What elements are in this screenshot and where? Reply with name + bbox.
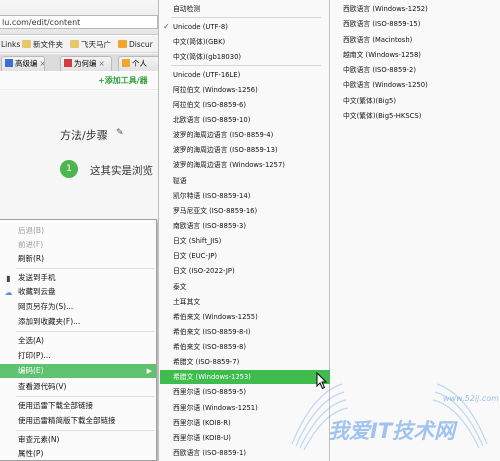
chevron-right-icon: ▶	[146, 367, 152, 375]
encoding-option[interactable]: 阿拉伯文 (ISO-8859-6)	[160, 98, 330, 112]
encoding-option[interactable]: 波罗的海周边语言 (ISO-8859-13)	[160, 143, 330, 157]
encoding-option[interactable]: 中欧语言 (Windows-1250)	[343, 78, 500, 92]
bookmarks-bar: Links 新文件夹 飞天马广 Discur	[0, 36, 158, 53]
phone-icon: ▮	[6, 274, 11, 283]
bookmark-links[interactable]: Links	[1, 39, 20, 51]
menu-thunder-download-all[interactable]: 使用迅雷下载全部链接	[0, 399, 156, 413]
context-menu: 后退(B) 前进(F) 刷新(R) ▮ 发送到手机 ☁ 收藏到云盘 网页另存为(S)…	[0, 219, 157, 461]
step-number: 1	[60, 160, 78, 178]
bookmark-new-folder[interactable]: 新文件夹	[22, 39, 63, 51]
encoding-option[interactable]: 希腊文 (ISO-8859-7)	[160, 355, 330, 369]
encoding-option[interactable]: 中文(简体)(gb18030)	[160, 50, 330, 64]
cloud-icon: ☁	[4, 288, 13, 297]
bookmark-discuz[interactable]: Discur	[118, 39, 153, 51]
encoding-option[interactable]: 中文(繁体)(Big5-HKSCS)	[343, 109, 500, 123]
encoding-option[interactable]: 越南文 (Windows-1258)	[343, 48, 500, 62]
menu-back[interactable]: 后退(B)	[0, 224, 156, 238]
encoding-option[interactable]: 南欧语言 (ISO-8859-3)	[160, 219, 330, 233]
page-toolbar: +添加工具/器	[0, 72, 158, 90]
close-icon[interactable]: ×	[40, 59, 45, 68]
menu-select-all[interactable]: 全选(A)	[0, 334, 156, 348]
tab-3[interactable]: 个人	[118, 56, 158, 71]
encoding-option[interactable]: 日文 (Shift_JIS)	[160, 234, 330, 248]
step-text: 这其实是浏览	[90, 165, 153, 177]
method-title: 方法/步骤	[60, 129, 108, 142]
tab-strip: 高级编× 为何编× 个人	[0, 54, 158, 71]
encoding-option[interactable]: 自动检测	[160, 2, 330, 16]
url-input[interactable]: lu.com/edit/content	[0, 15, 158, 29]
menu-save-page-as[interactable]: 网页另存为(S)...	[0, 300, 156, 314]
menu-refresh[interactable]: 刷新(R)	[0, 252, 156, 266]
address-bar: lu.com/edit/content	[0, 0, 158, 35]
menu-separator	[16, 396, 154, 397]
site-icon	[5, 59, 13, 67]
folder-icon	[22, 40, 31, 48]
menu-separator	[16, 430, 154, 431]
menu-forward[interactable]: 前进(F)	[0, 238, 156, 252]
add-tool-link[interactable]: +添加工具/器	[98, 75, 148, 86]
menu-view-source[interactable]: 查看源代码(V)	[0, 380, 156, 394]
menu-separator	[16, 268, 154, 269]
encoding-option[interactable]: 希伯来文 (ISO-8859-8-I)	[160, 325, 330, 339]
tab-2[interactable]: 为何编 ×	[60, 56, 112, 71]
encoding-option[interactable]: 西欧语言 (ISO-8859-15)	[343, 17, 500, 31]
encoding-option[interactable]: 希伯来文 (Windows-1255)	[160, 310, 330, 324]
menu-inspect-element[interactable]: 审查元素(N)	[0, 433, 156, 447]
encoding-option[interactable]: 鞑语	[160, 174, 330, 188]
encoding-option[interactable]: 中文(繁体)(Big5)	[343, 94, 500, 108]
encoding-option[interactable]: 日文 (ISO-2022-JP)	[160, 264, 330, 278]
menu-send-to-phone[interactable]: ▮ 发送到手机	[0, 271, 156, 285]
encoding-option[interactable]: 土耳其文	[160, 295, 330, 309]
encoding-option[interactable]: 中欧语言 (ISO-8859-2)	[343, 63, 500, 77]
menu-encoding[interactable]: 编码(E) ▶	[0, 364, 156, 378]
encoding-option[interactable]: 阿拉伯文 (Windows-1256)	[160, 83, 330, 97]
watermark-url: www.52ij.com	[443, 394, 499, 403]
site-icon	[64, 59, 72, 67]
encoding-option[interactable]: 北欧语言 (ISO-8859-10)	[160, 113, 330, 127]
pencil-icon[interactable]: ✎	[116, 128, 124, 138]
menu-print[interactable]: 打印(P)...	[0, 349, 156, 363]
encoding-option[interactable]: 西欧语言 (Windows-1252)	[343, 2, 500, 16]
menu-add-to-favorites[interactable]: 添加到收藏夹(F)...	[0, 315, 156, 329]
bookmark-feitian[interactable]: 飞天马广	[70, 39, 111, 51]
menu-separator	[16, 331, 154, 332]
page-content	[0, 91, 158, 219]
encoding-option[interactable]: 希伯来文 (ISO-8859-8)	[160, 340, 330, 354]
watermark-text: 我爱IT技术网	[328, 419, 456, 443]
site-icon	[122, 59, 130, 67]
encoding-option[interactable]: 波罗的海周边语言 (ISO-8859-4)	[160, 128, 330, 142]
encoding-option-selected[interactable]: ✓ Unicode (UTF-8)	[160, 20, 330, 34]
encoding-option[interactable]: 西欧语言 (Macintosh)	[343, 33, 500, 47]
folder-icon	[70, 40, 79, 48]
encoding-option[interactable]: 中文(简体)(GBK)	[160, 35, 330, 49]
encoding-option[interactable]: 罗马尼亚文 (ISO-8859-16)	[160, 204, 330, 218]
encoding-option[interactable]: 凯尔特语 (ISO-8859-14)	[160, 189, 330, 203]
menu-thunder-lite-download-all[interactable]: 使用迅雷精简版下载全部链接	[0, 414, 156, 428]
encoding-option[interactable]: Unicode (UTF-16LE)	[160, 68, 330, 82]
menu-properties[interactable]: 属性(P)	[0, 447, 156, 461]
site-icon	[118, 40, 127, 48]
tab-1[interactable]: 高级编×	[1, 56, 45, 71]
encoding-option[interactable]: 日文 (EUC-JP)	[160, 249, 330, 263]
encoding-option[interactable]: 泰文	[160, 280, 330, 294]
menu-separator	[171, 17, 321, 18]
close-icon[interactable]: ×	[99, 59, 105, 68]
encoding-option[interactable]: 波罗的海周边语言 (Windows-1257)	[160, 158, 330, 172]
menu-save-to-cloud[interactable]: ☁ 收藏到云盘	[0, 285, 156, 299]
checkmark-icon: ✓	[163, 22, 170, 31]
menu-separator	[171, 65, 321, 66]
